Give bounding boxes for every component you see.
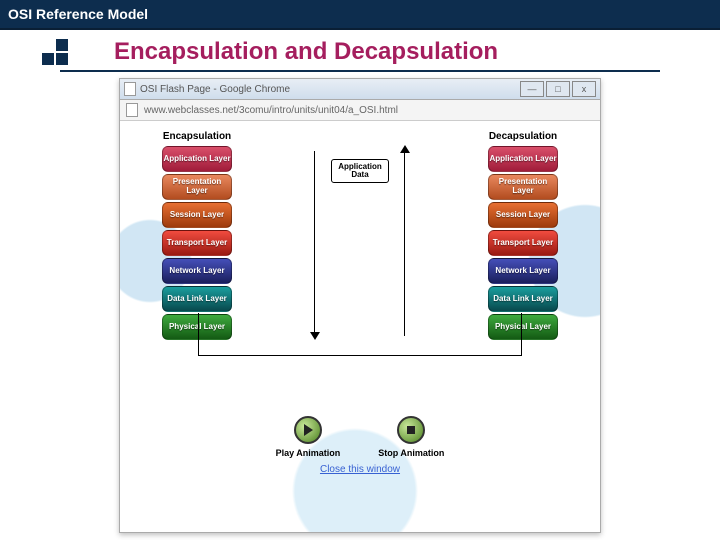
- browser-tab-title: OSI Flash Page - Google Chrome: [140, 84, 290, 95]
- slide-header-title: OSI Reference Model: [8, 6, 148, 22]
- osi-diagram: Encapsulation Application LayerPresentat…: [132, 131, 588, 340]
- slide-header: OSI Reference Model: [0, 0, 720, 30]
- up-arrow: [398, 131, 412, 340]
- stop-icon: [407, 426, 415, 434]
- window-buttons: — □ x: [520, 81, 596, 97]
- encapsulation-column: Encapsulation Application LayerPresentat…: [162, 131, 232, 340]
- close-button[interactable]: x: [572, 81, 596, 97]
- animation-controls: Play Animation Stop Animation: [132, 416, 588, 458]
- browser-window: OSI Flash Page - Google Chrome — □ x www…: [119, 78, 601, 533]
- page-icon: [124, 82, 136, 96]
- down-arrow: [308, 131, 322, 340]
- decapsulation-title: Decapsulation: [489, 131, 557, 142]
- play-label: Play Animation: [276, 448, 341, 458]
- url-text: www.webclasses.net/3comu/intro/units/uni…: [144, 105, 398, 116]
- osi-layer: Physical Layer: [162, 314, 232, 340]
- play-button[interactable]: [294, 416, 322, 444]
- browser-titlebar: OSI Flash Page - Google Chrome — □ x: [120, 79, 600, 100]
- decapsulation-column: Decapsulation Application LayerPresentat…: [488, 131, 558, 340]
- stop-button[interactable]: [397, 416, 425, 444]
- file-icon: [126, 103, 138, 117]
- play-icon: [304, 424, 313, 436]
- osi-layer: Physical Layer: [488, 314, 558, 340]
- play-control: Play Animation: [276, 416, 341, 458]
- osi-layer: Application Layer: [488, 146, 558, 172]
- osi-layer: Network Layer: [488, 258, 558, 284]
- minimize-button[interactable]: —: [520, 81, 544, 97]
- title-row: Encapsulation and Decapsulation: [0, 38, 720, 66]
- slide-title: Encapsulation and Decapsulation: [114, 38, 498, 66]
- address-bar[interactable]: www.webclasses.net/3comu/intro/units/uni…: [120, 100, 600, 121]
- osi-layer: Data Link Layer: [162, 286, 232, 312]
- osi-layer: Presentation Layer: [488, 174, 558, 200]
- osi-layer: Transport Layer: [488, 230, 558, 256]
- encapsulation-title: Encapsulation: [163, 131, 231, 142]
- title-bullet-icon: [42, 39, 68, 65]
- osi-layer: Data Link Layer: [488, 286, 558, 312]
- page-content: Application Data Encapsulation Applicati…: [120, 121, 600, 532]
- osi-layer: Presentation Layer: [162, 174, 232, 200]
- osi-layer: Session Layer: [488, 202, 558, 228]
- osi-layer: Transport Layer: [162, 230, 232, 256]
- stop-control: Stop Animation: [378, 416, 444, 458]
- title-underline: [60, 70, 660, 72]
- osi-layer: Network Layer: [162, 258, 232, 284]
- maximize-button[interactable]: □: [546, 81, 570, 97]
- osi-layer: Application Layer: [162, 146, 232, 172]
- osi-layer: Session Layer: [162, 202, 232, 228]
- stop-label: Stop Animation: [378, 448, 444, 458]
- bottom-connector: [198, 355, 522, 356]
